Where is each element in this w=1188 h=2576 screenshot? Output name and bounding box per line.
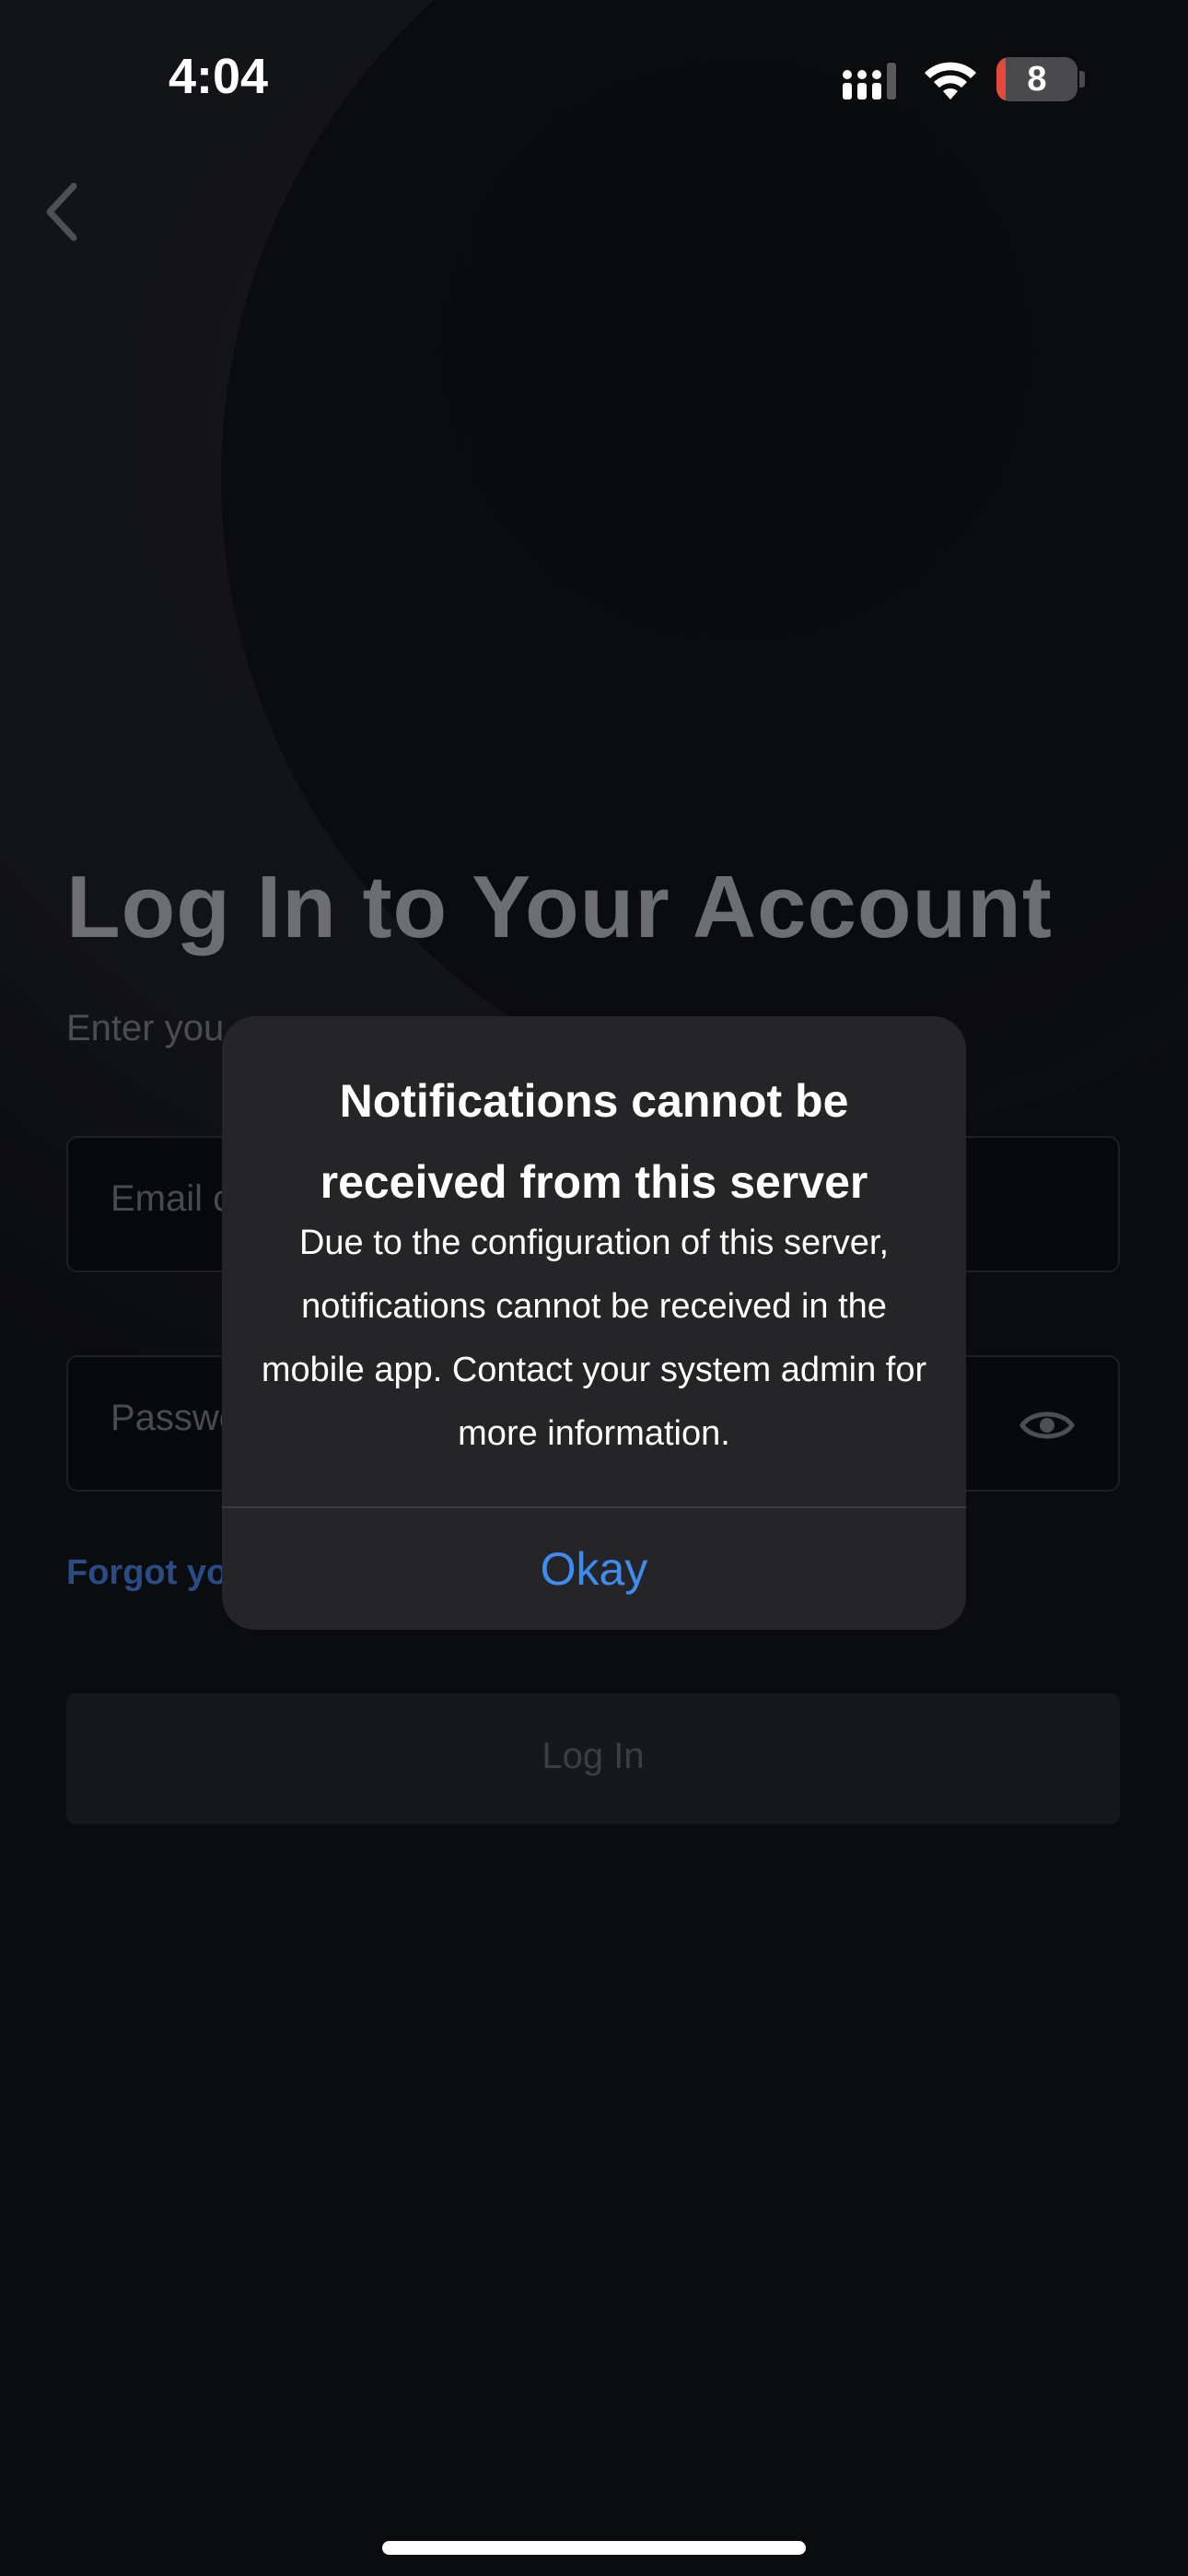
notification-alert-dialog: Notifications cannot be received from th… [222, 1016, 966, 1630]
email-placeholder: Email c [111, 1178, 232, 1219]
status-time: 4:04 [169, 49, 269, 104]
eye-icon[interactable] [1019, 1398, 1076, 1453]
alert-title: Notifications cannot be received from th… [320, 1075, 868, 1208]
login-button[interactable]: Log In [66, 1693, 1120, 1824]
password-placeholder: Passwc [111, 1398, 238, 1438]
page-title: Log In to Your Account [66, 858, 1053, 956]
login-screen: 4:04 8 Log In to Your Account Enter you … [0, 0, 1188, 2576]
battery-cap [1079, 71, 1085, 88]
wifi-icon [925, 62, 976, 100]
cellular-signal-icon [843, 63, 896, 100]
home-indicator[interactable] [382, 2541, 806, 2555]
chevron-left-icon[interactable] [28, 175, 101, 249]
status-bar: 4:04 8 [0, 0, 1188, 157]
login-button-label: Log In [542, 1736, 645, 1776]
okay-button[interactable]: Okay [222, 1508, 966, 1630]
battery-level: 8 [1027, 60, 1047, 99]
page-subtitle: Enter you [66, 1008, 225, 1048]
battery-icon: 8 [996, 57, 1077, 101]
alert-message: Due to the configuration of this server,… [261, 1224, 927, 1453]
